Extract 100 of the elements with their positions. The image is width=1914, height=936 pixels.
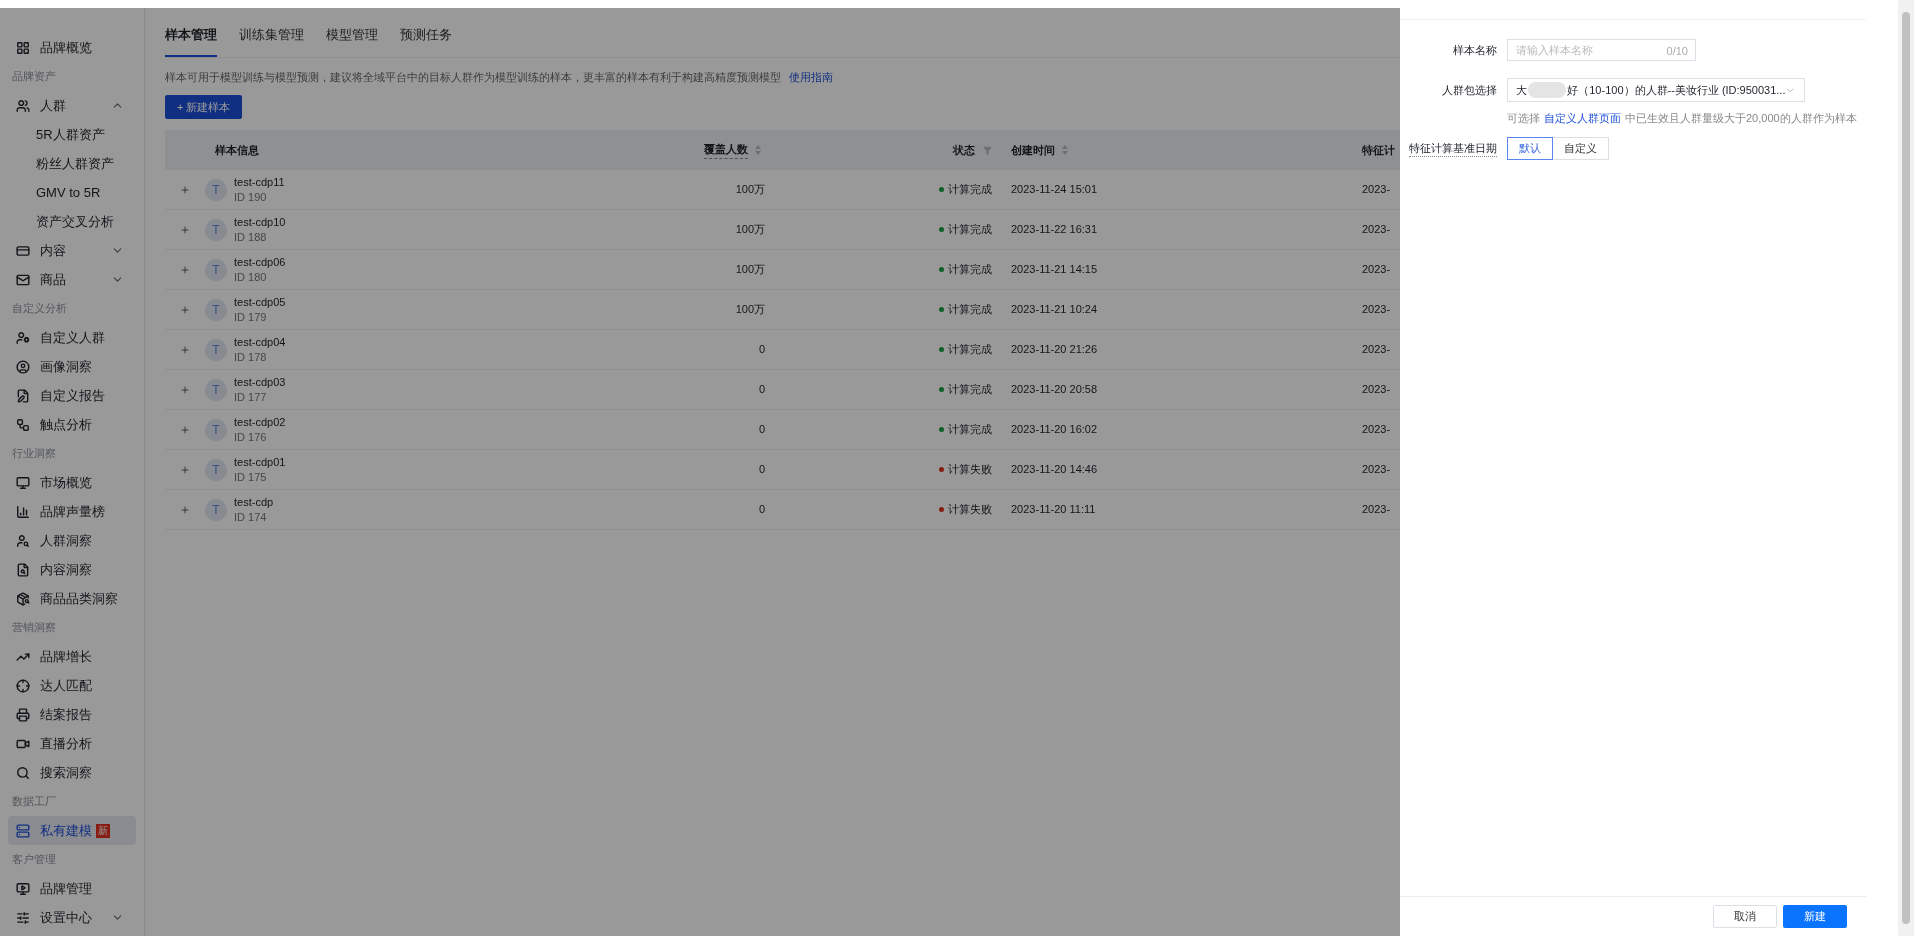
expand-icon[interactable]	[180, 344, 190, 355]
tab[interactable]: 样本管理	[165, 25, 217, 57]
table-cell: 0	[758, 463, 765, 476]
sort-icon[interactable]	[754, 144, 762, 156]
create-button[interactable]: 新建	[1783, 905, 1847, 928]
table-cell: 100万	[735, 223, 765, 236]
table-cell: 2023-11-24 15:01	[1011, 183, 1098, 196]
sample-id: ID 176	[234, 429, 268, 445]
sidebar-item[interactable]: 品牌增长	[8, 642, 136, 671]
sidebar-item[interactable]: 品牌管理	[8, 874, 136, 903]
avatar: T	[205, 338, 227, 361]
table-cell: 100万	[735, 303, 765, 316]
sidebar-item[interactable]: 达人匹配	[8, 671, 136, 700]
sidebar-item[interactable]: 市场概览	[8, 468, 136, 497]
table-cell: 2023-	[1362, 263, 1391, 276]
menu-icon	[16, 562, 30, 577]
expand-icon[interactable]	[180, 424, 190, 435]
segment-option[interactable]: 默认	[1507, 137, 1553, 160]
avatar: T	[205, 418, 227, 441]
sidebar-item[interactable]: 人群	[8, 91, 136, 120]
sidebar-subitem[interactable]: 粉丝人群资产	[8, 149, 136, 178]
sample-name: test-cdp03	[234, 374, 286, 390]
avatar: T	[205, 218, 227, 241]
menu-icon	[16, 678, 30, 693]
sidebar-item[interactable]: 品牌概览	[8, 33, 136, 62]
status-text: 计算完成	[948, 422, 992, 438]
menu-icon	[16, 272, 30, 287]
cancel-button[interactable]: 取消	[1713, 905, 1777, 928]
status-text: 计算失败	[948, 502, 992, 518]
sample-id: ID 180	[234, 269, 268, 285]
sample-id: ID 178	[234, 349, 268, 365]
table-cell: 2023-11-21 14:15	[1011, 263, 1098, 276]
table-cell: 100万	[735, 263, 765, 276]
sidebar-item[interactable]: 搜索洞察	[8, 758, 136, 787]
expand-icon[interactable]	[180, 504, 190, 515]
sidebar-item[interactable]: 人群洞察	[8, 526, 136, 555]
sidebar-item[interactable]: 商品	[8, 265, 136, 294]
avatar: T	[205, 378, 227, 401]
menu-icon	[16, 910, 30, 925]
status-text: 计算完成	[948, 222, 992, 238]
custom-crowd-link[interactable]: 自定义人群页面	[1544, 110, 1621, 127]
table-cell: 2023-11-20 14:46	[1011, 463, 1098, 476]
sidebar-item[interactable]: 设置中心	[8, 903, 136, 932]
table-cell: 2023-11-20 11:11	[1011, 503, 1096, 516]
sidebar-subitem[interactable]: 5R人群资产	[8, 120, 136, 149]
expand-icon[interactable]	[180, 304, 190, 315]
field-label: 人群包选择	[1441, 82, 1498, 98]
sidebar-group-label: 客户管理	[12, 852, 56, 868]
expand-icon[interactable]	[180, 184, 190, 195]
menu-icon	[16, 533, 30, 548]
guide-link[interactable]: 使用指南	[789, 68, 833, 85]
sidebar-item[interactable]: 结案报告	[8, 700, 136, 729]
sidebar-group-label: 数据工厂	[12, 794, 56, 810]
table-cell: 0	[758, 503, 765, 516]
sort-icon[interactable]	[1061, 144, 1069, 156]
field-label: 特征计算基准日期	[1409, 139, 1497, 158]
sample-name: test-cdp11	[234, 174, 285, 190]
menu-icon	[16, 417, 30, 432]
sidebar-item[interactable]: 画像洞察	[8, 352, 136, 381]
sidebar-item[interactable]: 触点分析	[8, 410, 136, 439]
description-text: 样本可用于模型训练与模型预测，建议将全域平台中的目标人群作为模型训练的样本，更丰富的样本有利于构建高精度预测模型	[165, 69, 781, 85]
avatar: T	[205, 458, 227, 481]
sidebar-item[interactable]: 直播分析	[8, 729, 136, 758]
scrollbar[interactable]	[1898, 0, 1914, 936]
sidebar-item[interactable]: 内容洞察	[8, 555, 136, 584]
sidebar-item[interactable]: 商品品类洞察	[8, 584, 136, 613]
tab[interactable]: 训练集管理	[239, 25, 304, 57]
sidebar-item[interactable]: 自定义报告	[8, 381, 136, 410]
expand-icon[interactable]	[180, 464, 190, 475]
field-label: 样本名称	[1452, 42, 1498, 58]
sidebar-subitem[interactable]: GMV to 5R	[8, 178, 136, 207]
sidebar-item[interactable]: 内容	[8, 236, 136, 265]
status-text: 计算完成	[948, 342, 992, 358]
menu-icon	[16, 765, 30, 780]
menu-icon	[16, 881, 30, 896]
expand-icon[interactable]	[180, 264, 190, 275]
char-counter: 0/10	[1666, 44, 1688, 59]
sidebar-group-label: 行业洞察	[12, 446, 56, 462]
sidebar-item[interactable]: 品牌声量榜	[8, 497, 136, 526]
sample-name: test-cdp05	[234, 294, 286, 310]
sidebar-item[interactable]: 私有建模 新	[8, 816, 136, 845]
sample-id: ID 188	[234, 229, 268, 245]
crowd-select[interactable]: 大 好（10-100）的人群--美妆行业 (ID:950031...	[1507, 78, 1805, 102]
tab[interactable]: 预测任务	[400, 25, 452, 57]
menu-icon	[16, 388, 30, 403]
sidebar-subitem[interactable]: 资产交叉分析	[8, 207, 136, 236]
sample-name: test-cdp04	[234, 334, 286, 350]
sidebar-item[interactable]: 自定义人群	[8, 323, 136, 352]
segment-option[interactable]: 自定义	[1552, 137, 1609, 160]
hint-text: 中已生效且人群量级大于20,000的人群作为样本	[1625, 111, 1857, 126]
sidebar-group-label: 品牌资产	[12, 69, 56, 85]
new-sample-button[interactable]: + 新建样本	[165, 95, 243, 119]
tab[interactable]: 模型管理	[326, 25, 378, 57]
new-badge: 新	[96, 823, 110, 838]
table-cell: 2023-	[1362, 183, 1391, 196]
filter-icon[interactable]	[983, 145, 992, 155]
sample-id: ID 190	[234, 189, 268, 205]
expand-icon[interactable]	[180, 384, 190, 395]
expand-icon[interactable]	[180, 224, 190, 235]
table-cell: 2023-11-21 10:24	[1011, 303, 1098, 316]
